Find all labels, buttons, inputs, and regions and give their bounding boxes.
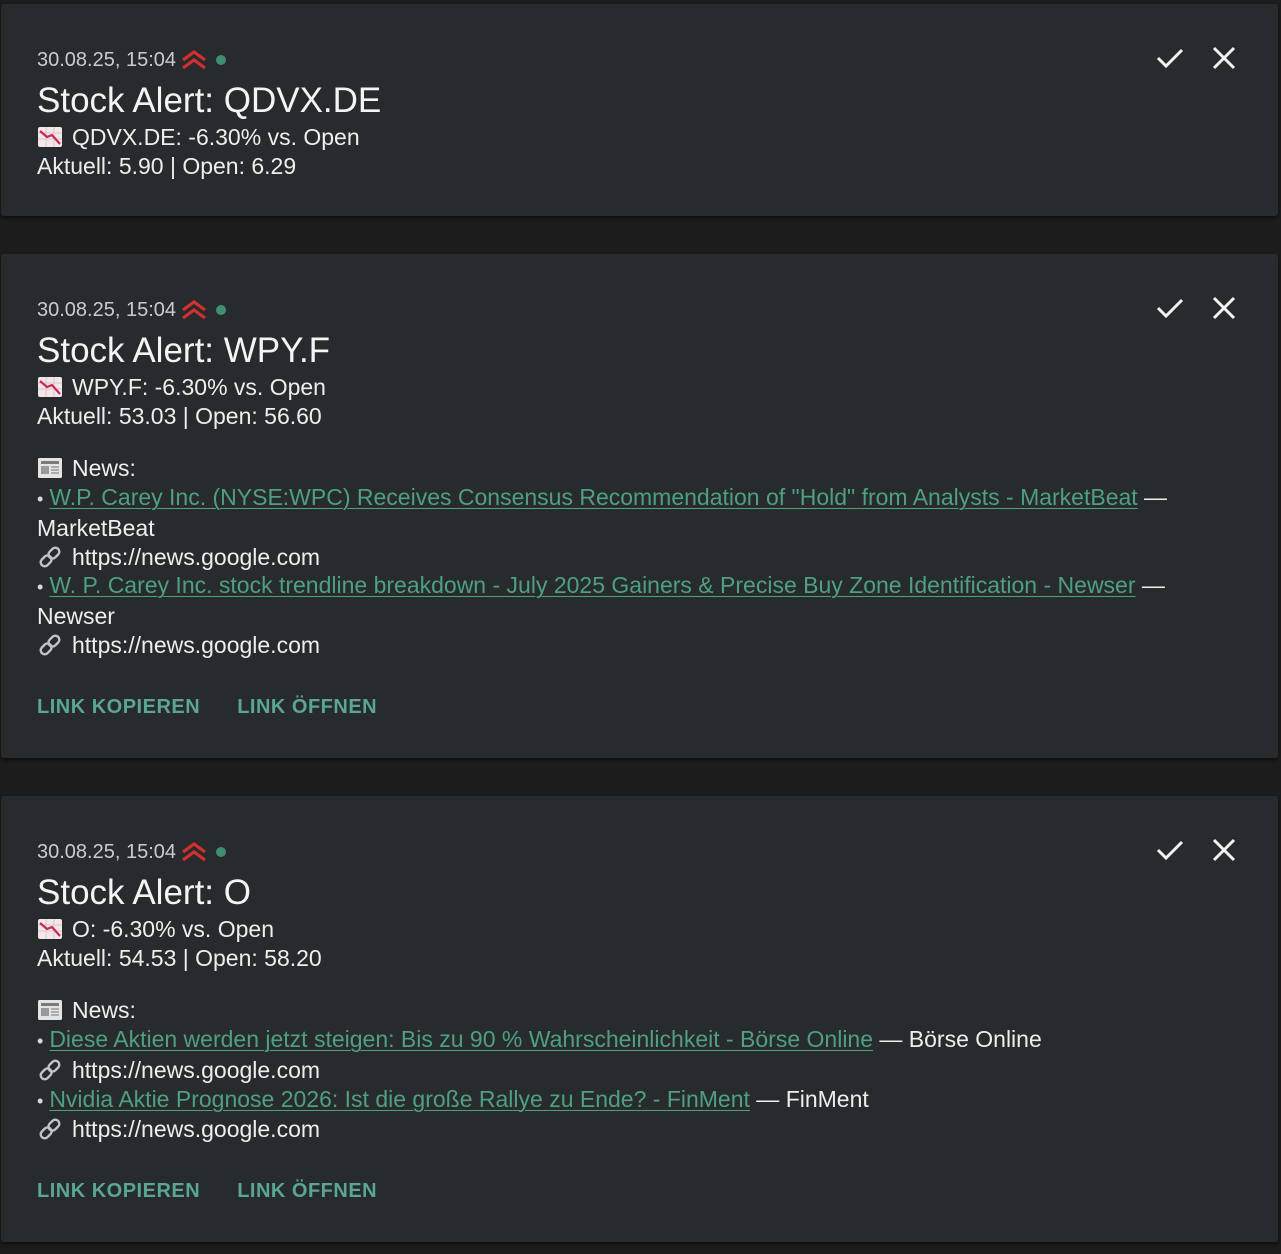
- news-url: https://news.google.com: [72, 1116, 321, 1143]
- dismiss-button[interactable]: [1208, 42, 1240, 74]
- news-url: https://news.google.com: [72, 543, 321, 570]
- card-footer: LINK KOPIEREN LINK ÖFFNEN: [37, 696, 377, 719]
- notification-title: Stock Alert: O: [37, 873, 251, 912]
- news-heading: News:: [37, 454, 1238, 483]
- news-link[interactable]: Nvidia Aktie Prognose 2026: Ist die groß…: [49, 1086, 750, 1112]
- check-icon: [1156, 840, 1184, 861]
- open-link-button[interactable]: LINK ÖFFNEN: [237, 696, 377, 719]
- news-url: https://news.google.com: [72, 631, 321, 658]
- open-link-button[interactable]: LINK ÖFFNEN: [237, 1180, 377, 1203]
- news-url-line: https://news.google.com: [37, 631, 1238, 660]
- notification-title: Stock Alert: WPY.F: [37, 331, 331, 370]
- copy-link-button[interactable]: LINK KOPIEREN: [37, 1180, 200, 1203]
- news-source: Newser: [37, 602, 115, 629]
- newspaper-icon: [38, 1000, 62, 1021]
- timestamp: 30.08.25, 15:04: [37, 298, 177, 321]
- news-url: https://news.google.com: [72, 1056, 321, 1083]
- close-icon: [1212, 296, 1236, 320]
- status-dot: [216, 305, 227, 315]
- notification-body: QDVX.DE: -6.30% vs. Open Aktuell: 5.90 |…: [37, 123, 1238, 180]
- change-line: O: -6.30% vs. Open: [37, 915, 1238, 944]
- mark-read-button[interactable]: [1154, 834, 1186, 866]
- card-actions: [1154, 42, 1240, 74]
- close-icon: [1212, 46, 1236, 70]
- status-dot: [216, 847, 227, 857]
- notification-card-wpy: 30.08.25, 15:04 Stock Alert: WPY.F WPY.F…: [1, 254, 1278, 758]
- price-line: Aktuell: 53.03 | Open: 56.60: [37, 402, 322, 429]
- news-link[interactable]: W.P. Carey Inc. (NYSE:WPC) Receives Cons…: [49, 484, 1137, 510]
- double-chevron-up-icon: [182, 300, 206, 320]
- link-icon: [39, 634, 61, 656]
- close-icon: [1212, 838, 1236, 862]
- news-source: Börse Online: [908, 1026, 1042, 1053]
- dismiss-button[interactable]: [1208, 834, 1240, 866]
- change-line: QDVX.DE: -6.30% vs. Open: [37, 123, 1238, 152]
- card-footer: LINK KOPIEREN LINK ÖFFNEN: [37, 1180, 377, 1203]
- chart-decreasing-icon: [38, 919, 62, 939]
- double-chevron-up-icon: [182, 50, 206, 70]
- link-icon: [39, 546, 61, 568]
- copy-link-button[interactable]: LINK KOPIEREN: [37, 696, 200, 719]
- notification-title: Stock Alert: QDVX.DE: [37, 81, 382, 120]
- news-item: • Diese Aktien werden jetzt steigen: Bis …: [37, 1026, 1042, 1053]
- chart-decreasing-icon: [38, 377, 62, 397]
- news-heading: News:: [37, 996, 1238, 1025]
- check-icon: [1156, 298, 1184, 319]
- notification-card-o: 30.08.25, 15:04 Stock Alert: O O: -6.30%…: [1, 796, 1278, 1242]
- news-url-line: https://news.google.com: [37, 543, 1238, 572]
- newspaper-icon: [38, 458, 62, 479]
- notification-card-qdvx: 30.08.25, 15:04 Stock Alert: QDVX.DE QDV…: [1, 4, 1278, 216]
- news-source: FinMent: [785, 1085, 869, 1112]
- news-link[interactable]: W. P. Carey Inc. stock trendline breakdo…: [49, 572, 1135, 598]
- status-dot: [216, 55, 227, 65]
- price-line: Aktuell: 5.90 | Open: 6.29: [37, 152, 297, 179]
- notification-meta: 30.08.25, 15:04: [37, 48, 227, 72]
- news-item: • W. P. Carey Inc. stock trendline breakd…: [37, 572, 1165, 629]
- card-actions: [1154, 834, 1240, 866]
- news-link[interactable]: Diese Aktien werden jetzt steigen: Bis z…: [49, 1026, 873, 1052]
- news-url-line: https://news.google.com: [37, 1056, 1238, 1085]
- card-actions: [1154, 292, 1240, 324]
- mark-read-button[interactable]: [1154, 42, 1186, 74]
- link-icon: [39, 1059, 61, 1081]
- news-url-line: https://news.google.com: [37, 1115, 1238, 1144]
- link-icon: [39, 1118, 61, 1140]
- mark-read-button[interactable]: [1154, 292, 1186, 324]
- news-item: • Nvidia Aktie Prognose 2026: Ist die gro…: [37, 1085, 869, 1112]
- notification-meta: 30.08.25, 15:04: [37, 298, 227, 322]
- change-line: WPY.F: -6.30% vs. Open: [37, 373, 1238, 402]
- timestamp: 30.08.25, 15:04: [37, 48, 177, 71]
- notification-meta: 30.08.25, 15:04: [37, 840, 227, 864]
- timestamp: 30.08.25, 15:04: [37, 840, 177, 863]
- news-source: MarketBeat: [37, 514, 155, 541]
- double-chevron-up-icon: [182, 842, 206, 862]
- chart-decreasing-icon: [38, 127, 62, 147]
- notification-body: O: -6.30% vs. Open Aktuell: 54.53 | Open…: [37, 915, 1238, 1144]
- notification-body: WPY.F: -6.30% vs. Open Aktuell: 53.03 | …: [37, 373, 1238, 659]
- check-icon: [1156, 48, 1184, 69]
- dismiss-button[interactable]: [1208, 292, 1240, 324]
- price-line: Aktuell: 54.53 | Open: 58.20: [37, 944, 322, 971]
- news-item: • W.P. Carey Inc. (NYSE:WPC) Receives Con…: [37, 484, 1168, 541]
